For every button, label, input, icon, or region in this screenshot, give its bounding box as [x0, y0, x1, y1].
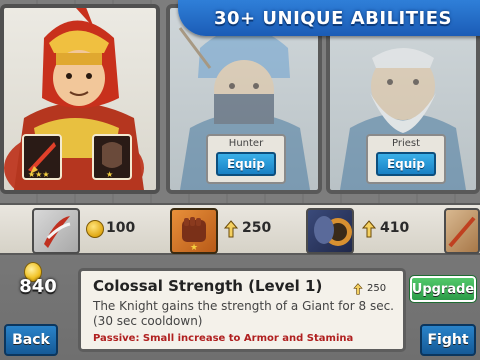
ability-upgrade-cost: 250	[367, 283, 387, 294]
ability-2-cost: 250	[242, 220, 272, 236]
shield-helm-icon	[314, 216, 352, 246]
upgrade-button[interactable]: Upgrade	[409, 275, 477, 303]
ability-slot-3[interactable]	[306, 208, 354, 254]
slash-skill-icon: ★★★	[28, 142, 56, 179]
unique-abilities-banner: 30+ UNIQUE ABILITIES	[178, 0, 480, 36]
hunter-name: Hunter	[228, 138, 264, 149]
ability-title: Colossal Strength (Level 1)	[93, 277, 323, 295]
svg-text:★: ★	[190, 243, 198, 252]
ability-detail-panel: Colossal Strength (Level 1) 250 The Knig…	[78, 268, 406, 352]
armor-skill-icon: ★	[102, 142, 122, 179]
ability-slot-2[interactable]: ★	[170, 208, 218, 254]
banner-text: 30+ UNIQUE ABILITIES	[213, 7, 452, 29]
upgrade-arrow-icon	[224, 220, 238, 238]
priest-class-plate: Priest Equip	[366, 134, 446, 184]
wing-slash-icon	[44, 216, 71, 248]
hero-card-knight[interactable]: ★★★ ★	[0, 4, 160, 194]
ability-3-cost: 410	[380, 220, 410, 236]
priest-name: Priest	[391, 138, 421, 149]
fight-button[interactable]: Fight	[420, 324, 476, 356]
upgrade-arrow-icon	[362, 220, 376, 238]
gold-amount: 840	[19, 276, 57, 297]
flame-blade-icon	[448, 216, 476, 248]
giant-fist-icon: ★	[182, 217, 206, 253]
ability-1-cost: 100	[106, 220, 136, 236]
svg-text:★★★: ★★★	[28, 170, 50, 178]
ability-slot-4[interactable]	[444, 208, 480, 254]
ability-description: The Knight gains the strength of a Giant…	[93, 299, 394, 328]
svg-text:★: ★	[106, 170, 113, 178]
hunter-equip-button[interactable]: Equip	[216, 152, 276, 176]
knight-skill-slot-2[interactable]: ★	[92, 134, 132, 180]
knight-skill-slot-1[interactable]: ★★★	[22, 134, 62, 180]
hunter-class-plate: Hunter Equip	[206, 134, 286, 184]
priest-equip-button[interactable]: Equip	[376, 152, 436, 176]
gold-coin-icon	[86, 220, 104, 238]
upgrade-arrow-icon	[353, 283, 363, 295]
ability-slot-1[interactable]	[32, 208, 80, 254]
back-button[interactable]: Back	[4, 324, 58, 356]
ability-passive: Passive: Small increase to Armor and Sta…	[93, 333, 354, 344]
